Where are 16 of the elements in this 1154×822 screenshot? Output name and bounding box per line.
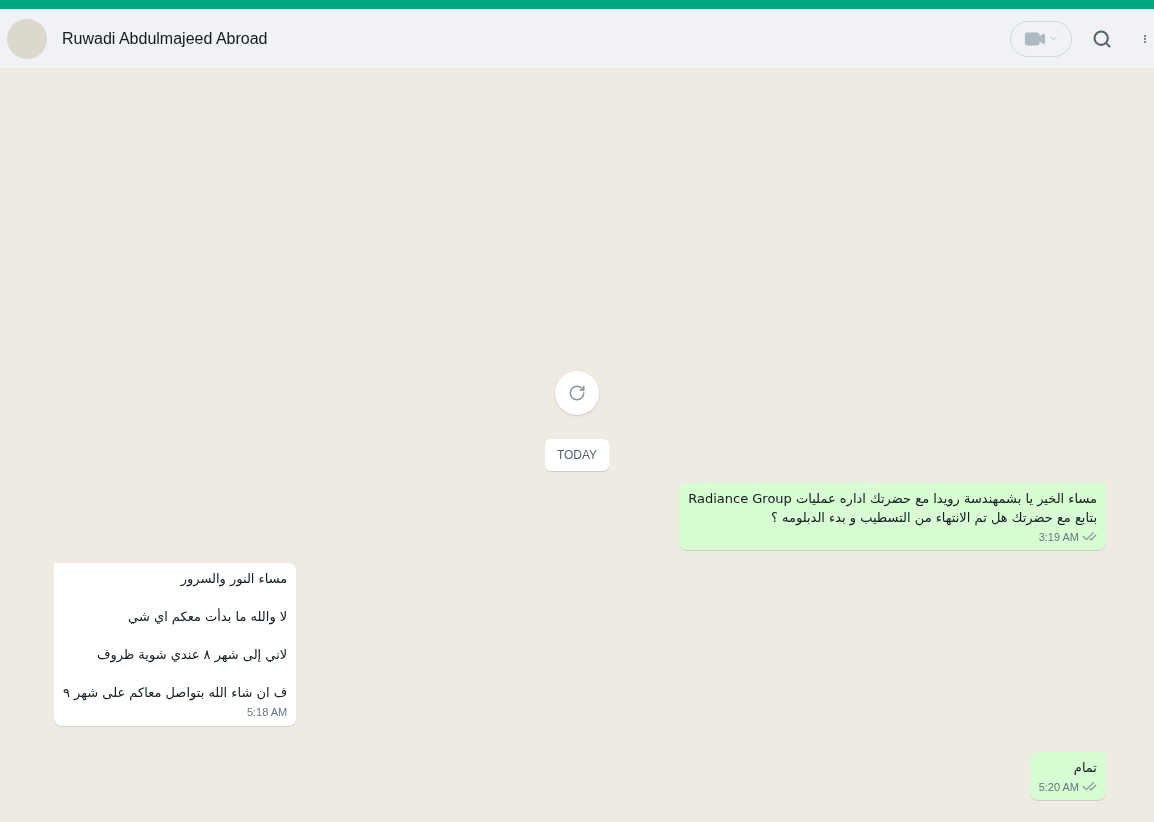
message-text: لاني إلى شهر ٨ عندي شوية ظروف: [95, 646, 288, 664]
message-text: لا والله ما بدأت معكم اي شي: [127, 607, 288, 626]
refresh-icon: [568, 383, 586, 402]
message-text: مساء الخير يا بشمهندسة رويدا مع حضرتك اداره عمليات Radiance Group: [688, 489, 1097, 508]
message-text: مساء النور والسرور: [179, 570, 288, 588]
date-chip: TODAY: [544, 438, 610, 471]
search-icon: [1092, 28, 1112, 49]
message-text: ف ان شاء الله بتواصل معاكم على شهر ٩: [63, 684, 288, 702]
contact-name[interactable]: Ruwadi Abdulmajeed Abroad: [62, 26, 268, 51]
message-text: بتابع مع حضرتك هل تم الانتهاء من التسطيب و بدء الدبلومه ؟: [769, 508, 1097, 527]
refresh-button[interactable]: [555, 370, 599, 415]
avatar-photo[interactable]: [7, 18, 47, 59]
message-time: 5:20 AM: [1038, 779, 1079, 795]
message-time: 3:19 AM: [1038, 529, 1079, 545]
message-time: 5:18 AM: [246, 705, 288, 720]
message-text: تمام: [1072, 758, 1097, 777]
